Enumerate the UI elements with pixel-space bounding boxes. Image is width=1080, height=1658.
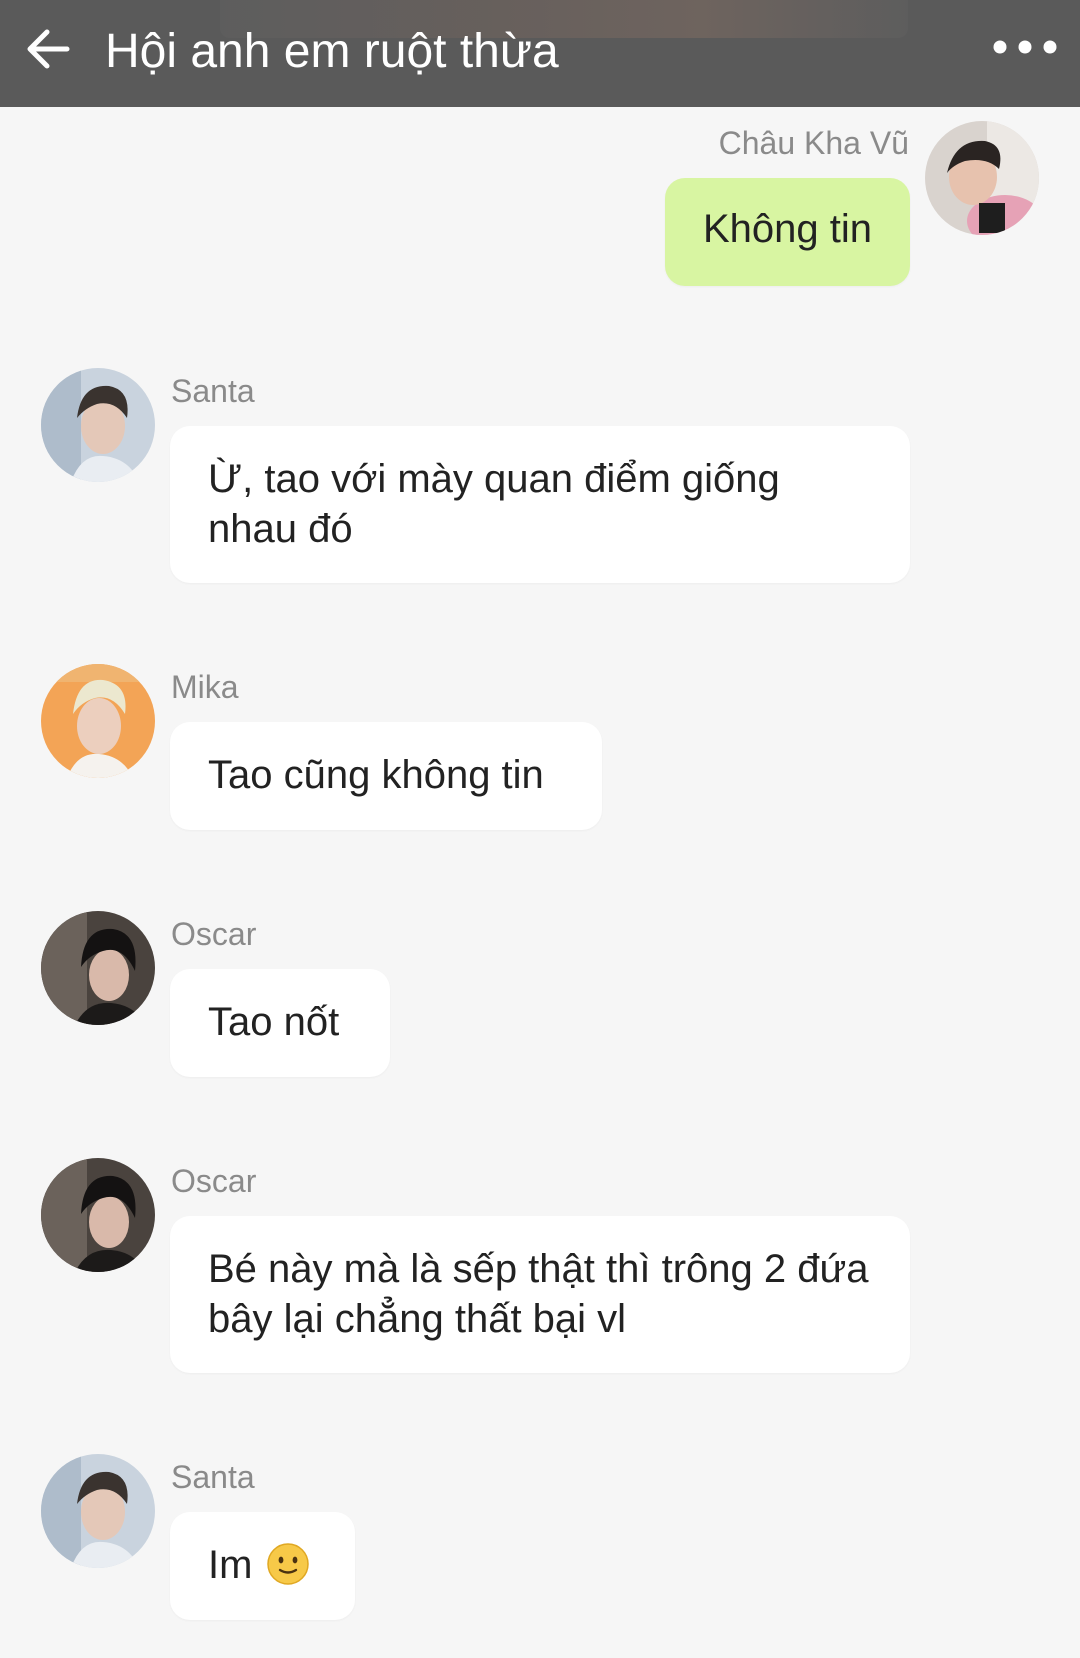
avatar[interactable]: [41, 368, 155, 482]
chat-title: Hội anh em ruột thừa: [105, 25, 559, 78]
message-bubble[interactable]: Tao nốt: [170, 969, 390, 1077]
sender-name: Mika: [171, 669, 239, 705]
sender-name: Santa: [171, 1459, 255, 1495]
message-bubble[interactable]: Tao cũng không tin: [170, 722, 602, 830]
avatar-chau-kha-vu: [925, 121, 1039, 235]
avatar-santa: [41, 1454, 155, 1568]
arrow-left-icon: [27, 29, 70, 69]
back-button[interactable]: [12, 18, 82, 80]
message-bubble[interactable]: Bé này mà là sếp thật thì trông 2 đứa bâ…: [170, 1216, 910, 1373]
avatar-mika: [41, 664, 155, 778]
sender-name: Oscar: [171, 1163, 257, 1199]
sender-name: Oscar: [171, 916, 257, 952]
avatar-santa: [41, 368, 155, 482]
slightly-smiling-face-icon: [267, 1543, 310, 1585]
message-bubble[interactable]: Im: [170, 1512, 355, 1620]
sender-name: Châu Kha Vũ: [718, 125, 909, 161]
chat-header: Hội anh em ruột thừa: [0, 0, 1080, 107]
avatar[interactable]: [41, 1158, 155, 1272]
message-text: Im: [208, 1543, 253, 1587]
more-horizontal-icon: [993, 40, 1057, 54]
avatar[interactable]: [925, 121, 1039, 235]
avatar[interactable]: [41, 911, 155, 1025]
avatar-oscar: [41, 911, 155, 1025]
avatar[interactable]: [41, 1454, 155, 1568]
message-bubble[interactable]: Ừ, tao với mày quan điểm giống nhau đó: [170, 426, 910, 583]
more-options-button[interactable]: [980, 22, 1070, 72]
message-bubble-own[interactable]: Không tin: [664, 178, 910, 286]
avatar[interactable]: [41, 664, 155, 778]
sender-name: Santa: [171, 373, 255, 409]
avatar-oscar: [41, 1158, 155, 1272]
